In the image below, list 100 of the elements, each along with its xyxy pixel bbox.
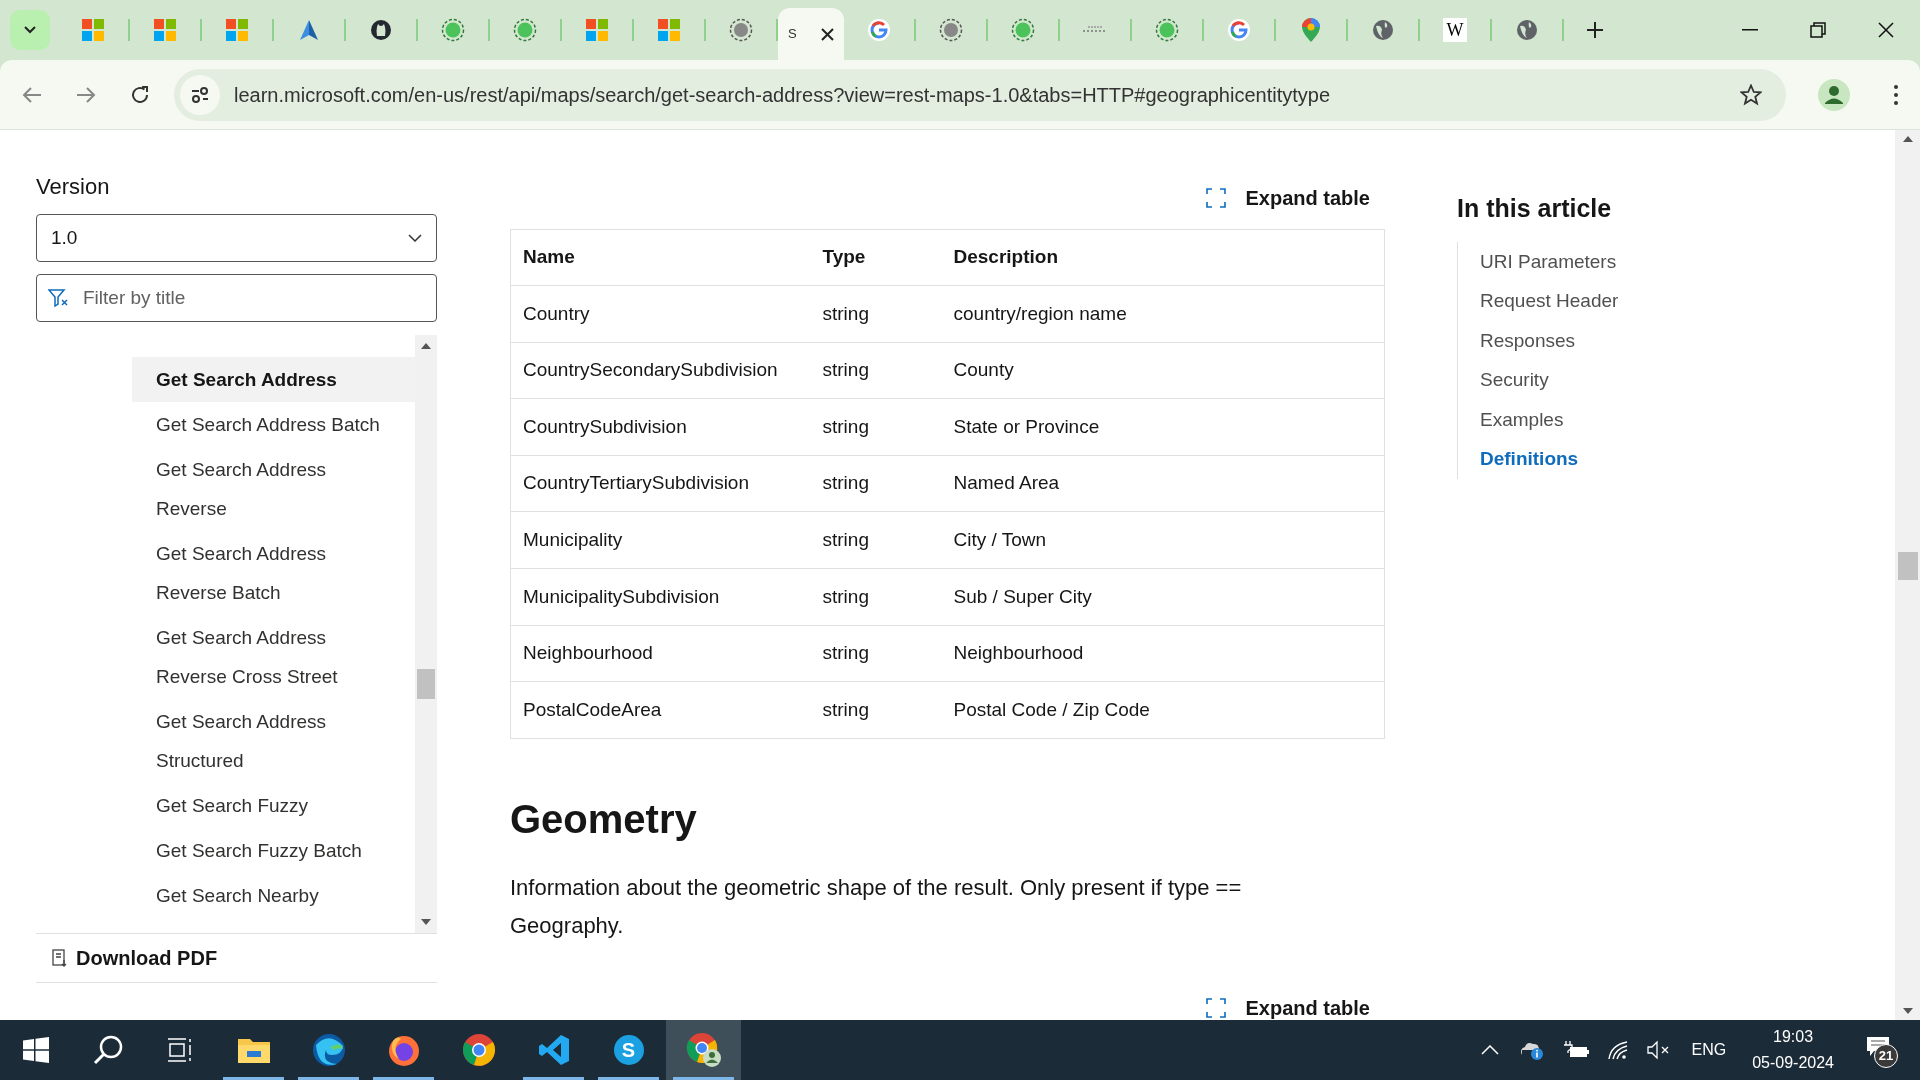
map-pin-icon: [1302, 18, 1320, 42]
dashed-ring-icon: [513, 18, 537, 42]
url-text: learn.microsoft.com/en-us/rest/api/maps/search/get-search-address?view=rest-maps-1.0&tabs=HTTP#geographicentitytype: [234, 82, 1331, 108]
taskbar-app[interactable]: [666, 1020, 741, 1080]
expand-table-button[interactable]: Expand table: [1205, 183, 1370, 213]
language-indicator[interactable]: ENG: [1691, 1038, 1727, 1062]
expand-icon: [1205, 188, 1226, 208]
dashed-ring-icon: [441, 18, 465, 42]
globe-icon: [1372, 19, 1394, 41]
table-cell: Neighbourhood: [510, 625, 811, 682]
site-info-icon[interactable]: [180, 74, 220, 115]
browser-tab[interactable]: W: [1420, 10, 1490, 50]
toc-link[interactable]: Security: [1458, 360, 1757, 400]
table-cell: string: [810, 455, 942, 512]
nav-item[interactable]: Get Search Address: [132, 357, 415, 402]
table-cell: string: [810, 398, 942, 456]
scroll-down-arrow-icon[interactable]: [1902, 1008, 1913, 1014]
windows-start-icon[interactable]: [23, 1037, 49, 1063]
close-icon[interactable]: [1878, 22, 1894, 38]
clock-date: 05-09-2024: [1752, 1053, 1834, 1073]
table-cell: City / Town: [941, 511, 1385, 569]
table-cell: string: [810, 342, 942, 399]
address-bar[interactable]: learn.microsoft.com/en-us/rest/api/maps/search/get-search-address?view=rest-maps-1.0&tabs=HTTP#geographicentitytype: [174, 68, 1786, 121]
menu-icon[interactable]: [1894, 84, 1898, 105]
scrollbar-thumb[interactable]: [1897, 552, 1918, 580]
table-cell: Postal Code / Zip Code: [941, 681, 1385, 739]
close-icon[interactable]: [821, 27, 834, 41]
scroll-up-arrow-icon[interactable]: [421, 343, 431, 349]
color-g-icon: [1228, 19, 1250, 41]
table-cell: country/region name: [941, 285, 1385, 343]
chevron-up-icon[interactable]: [1481, 1045, 1500, 1055]
scroll-up-arrow-icon[interactable]: [1902, 136, 1913, 142]
battery-plug-icon[interactable]: [1563, 1041, 1590, 1059]
version-dropdown[interactable]: 1.0: [36, 214, 437, 262]
profile-icon[interactable]: [1818, 78, 1850, 111]
minimize-icon[interactable]: [1742, 29, 1758, 31]
nav-item[interactable]: Get Search Address Batch: [132, 402, 415, 447]
code-editor-icon: [537, 1034, 570, 1066]
globe-icon: [1516, 19, 1538, 41]
four-squares-icon: [658, 19, 680, 41]
filter-field[interactable]: Filter by title: [36, 274, 437, 322]
bookmark-star-icon[interactable]: [1740, 83, 1762, 106]
color-g-icon: [868, 19, 890, 41]
chrome-icon: [461, 1033, 496, 1067]
toc-link[interactable]: URI Parameters: [1458, 241, 1757, 281]
four-squares-icon: [82, 19, 104, 41]
scrollbar[interactable]: [415, 335, 437, 933]
column-header: Name: [510, 229, 811, 286]
dashed-ring-icon: [1011, 18, 1035, 42]
section-heading: Geometry: [510, 795, 698, 843]
folder-icon: [236, 1036, 271, 1064]
section-paragraph: Information about the geometric shape of the result. Only present if type == Geography.: [510, 873, 1243, 940]
toc-link[interactable]: Examples: [1458, 399, 1757, 439]
table-cell: Neighbourhood: [941, 625, 1385, 682]
column-header: Type: [810, 229, 942, 286]
restore-icon[interactable]: [1810, 22, 1826, 38]
toc-link[interactable]: Responses: [1458, 320, 1757, 360]
table-cell: Country: [510, 285, 811, 343]
table-cell: string: [810, 568, 942, 626]
four-squares-icon: [154, 19, 176, 41]
expand-table-button[interactable]: Expand table: [1205, 992, 1370, 1020]
clock[interactable]: 19:03 05-09-2024: [1752, 1024, 1834, 1076]
search-icon[interactable]: [92, 1034, 124, 1066]
table-cell: State or Province: [941, 398, 1385, 456]
toc-link[interactable]: Request Header: [1458, 281, 1757, 321]
filter-icon: [48, 289, 68, 307]
nav-item[interactable]: Get Search Address Reverse Cross Street: [132, 615, 415, 699]
dashed-ring-icon: [1155, 18, 1179, 42]
nav-item[interactable]: Get Search Fuzzy Batch: [132, 828, 415, 873]
download-pdf-link[interactable]: Download PDF: [76, 943, 218, 973]
nav-item[interactable]: Get Search Address Reverse: [132, 447, 415, 531]
table-cell: Sub / Super City: [941, 568, 1385, 626]
scrollbar-thumb[interactable]: [417, 669, 435, 699]
toc-title: In this article: [1457, 193, 1613, 224]
new-tab-icon[interactable]: [1586, 21, 1604, 39]
chevron-down-icon: [408, 234, 422, 242]
task-view-icon[interactable]: [167, 1037, 193, 1063]
wave-icon: [311, 1033, 346, 1067]
toc-link[interactable]: Definitions: [1458, 439, 1757, 479]
scroll-down-arrow-icon[interactable]: [421, 919, 431, 925]
globe-icon: [939, 18, 963, 42]
back-arrow-icon[interactable]: [22, 85, 42, 104]
nav-item[interactable]: Get Search Address Reverse Batch: [132, 531, 415, 615]
chevron-down-icon: [24, 26, 36, 34]
notifications-button[interactable]: 21: [1866, 1032, 1898, 1068]
nav-item[interactable]: Get Search Nearby: [132, 873, 415, 918]
wifi-icon[interactable]: [1607, 1040, 1630, 1060]
forward-arrow-icon[interactable]: [76, 85, 96, 104]
nav-item[interactable]: Get Search Fuzzy: [132, 783, 415, 828]
notification-count-badge: 21: [1874, 1044, 1898, 1068]
four-squares-icon: [226, 19, 248, 41]
browser-tab[interactable]: S: [778, 8, 844, 60]
table-cell: CountrySecondarySubdivision: [510, 342, 811, 399]
nav-item[interactable]: Get Search Address Structured: [132, 699, 415, 783]
document-icon: [52, 949, 68, 967]
chat-app-icon: S: [613, 1035, 644, 1065]
arrow-icon: [298, 19, 320, 41]
reload-icon[interactable]: [130, 84, 150, 105]
table-cell: Named Area: [941, 455, 1385, 512]
page-scrollbar[interactable]: [1895, 130, 1920, 1020]
